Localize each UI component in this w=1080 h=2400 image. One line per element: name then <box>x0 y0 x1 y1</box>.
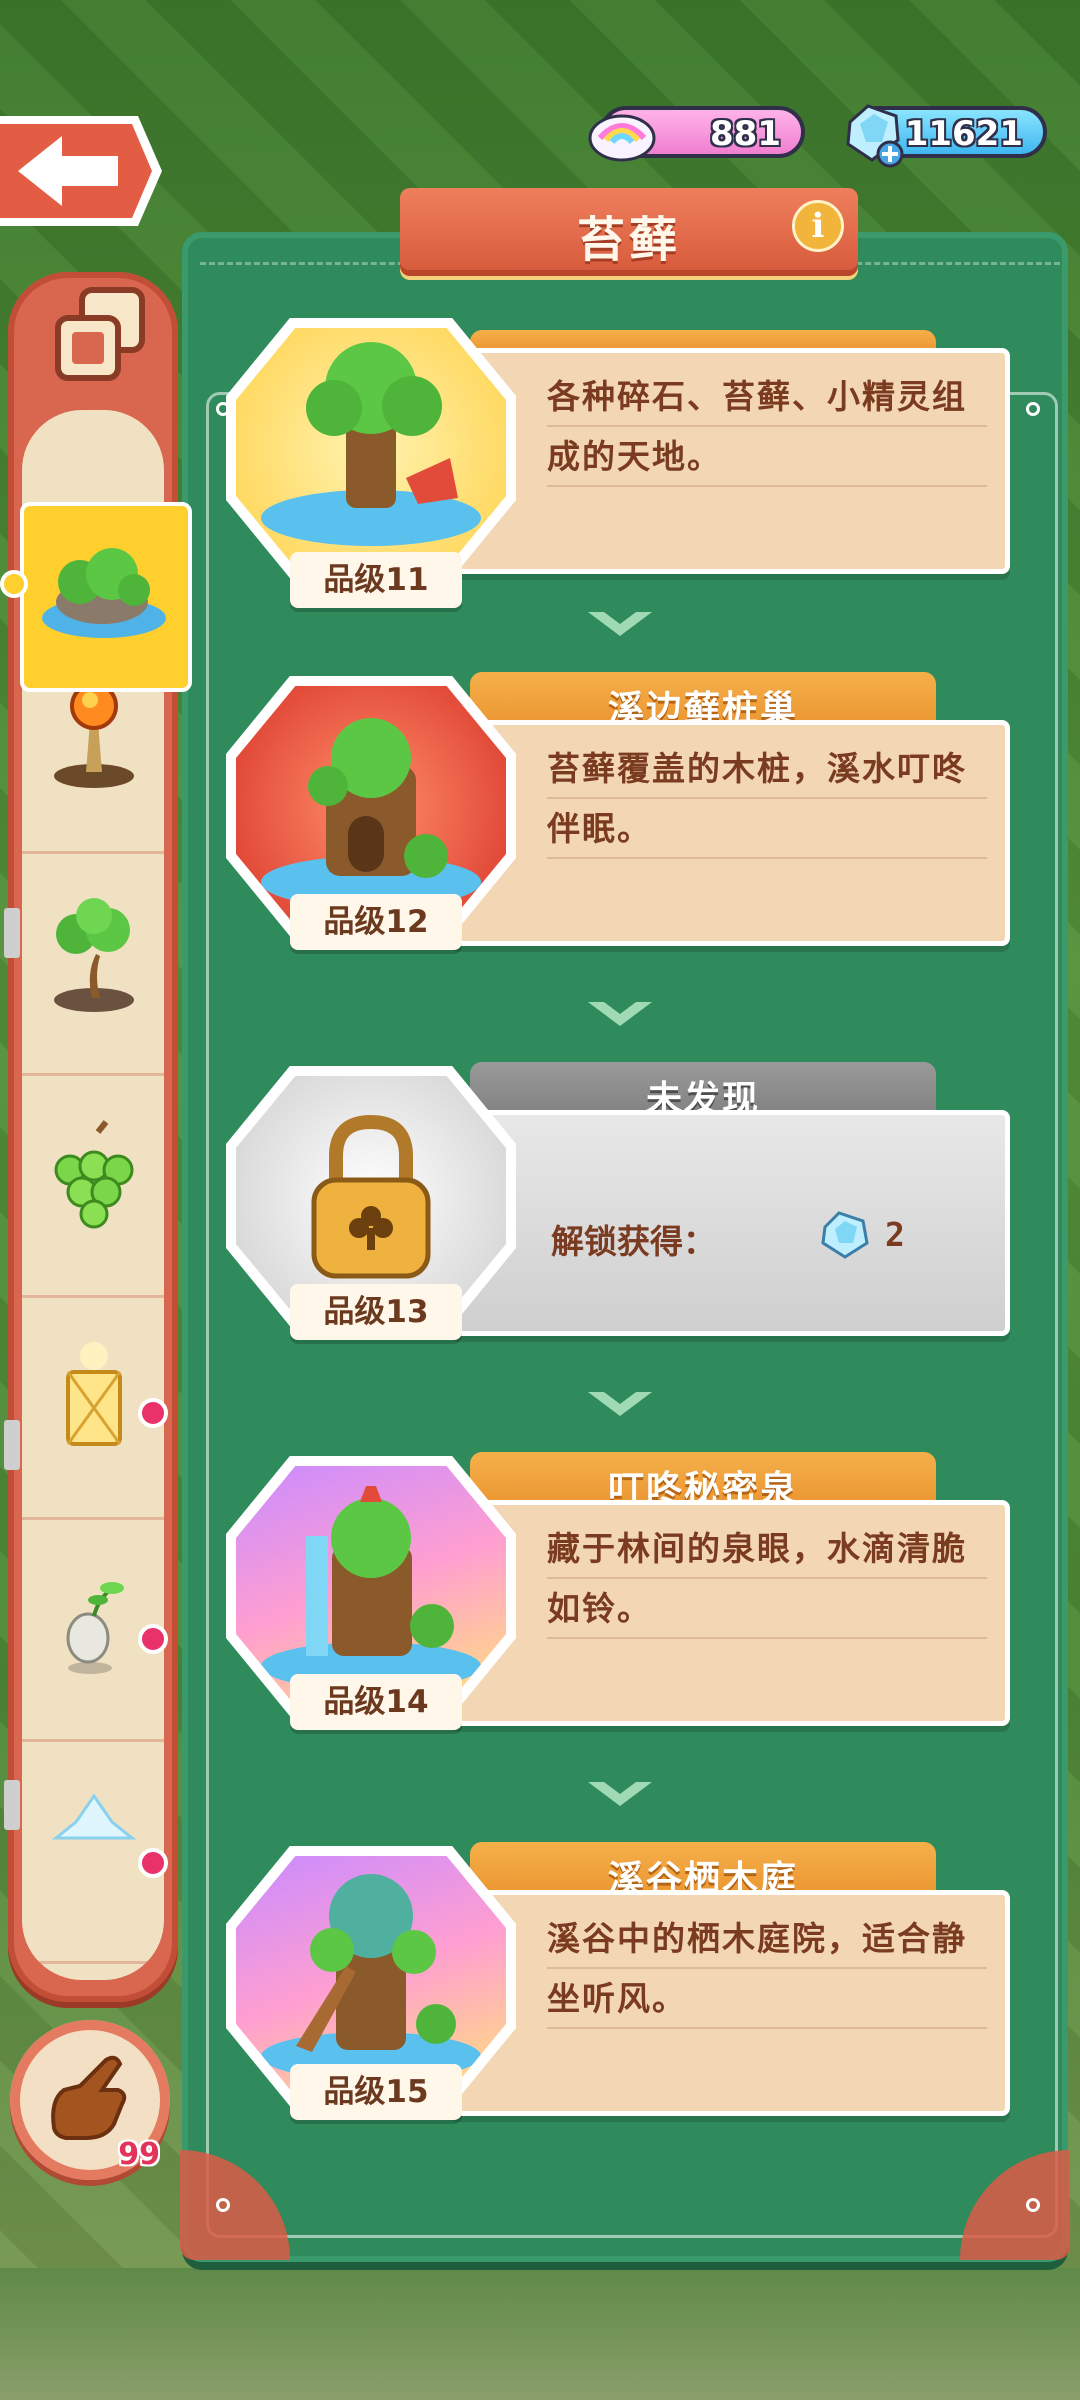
chevron-down-icon <box>588 612 652 636</box>
entry-description-card: 溪谷中的栖木庭院，适合静坐听风。 <box>450 1890 1010 2116</box>
golden-lantern-icon <box>66 1342 122 1446</box>
crystal-icon <box>51 1793 137 1840</box>
selection-indicator <box>0 570 28 598</box>
padlock-icon <box>311 1114 431 1279</box>
collection-entry[interactable]: 叮咚秘密泉 藏于林间的泉眼，水滴清脆如铃。 品级14 <box>226 1452 1026 1730</box>
diamond-currency-value: 11621 <box>904 114 1023 154</box>
chevron-down-icon <box>588 1392 652 1416</box>
entry-grade-tag: 品级13 <box>290 1284 462 1340</box>
entry-description: 藏于林间的泉眼，水滴清脆如铃。 <box>547 1519 987 1639</box>
unlock-reward-label: 解锁获得： <box>551 1222 716 1261</box>
entry-description: 溪谷中的栖木庭院，适合静坐听风。 <box>547 1909 987 2029</box>
collection-entry[interactable]: 各种碎石、苔藓、小精灵组成的天地。 品级11 <box>226 318 1026 608</box>
entry-art <box>236 328 506 568</box>
moss-island-icon <box>42 548 166 638</box>
entry-unlock-card: 解锁获得： 2 <box>450 1110 1010 1336</box>
seed-egg-icon <box>66 1582 124 1674</box>
notification-dot <box>138 1624 168 1654</box>
sidebar-scroll-nub <box>4 1780 20 1830</box>
rainbow-cloud-icon <box>588 114 656 162</box>
hand-tap-button[interactable]: 99 <box>10 2020 170 2180</box>
sidebar-item-bonsai-tree[interactable] <box>22 854 164 1076</box>
secret-spring-art <box>261 1486 481 1690</box>
entry-frame <box>226 318 516 578</box>
entry-grade-tag: 品级11 <box>290 552 462 608</box>
notification-dot <box>138 1848 168 1878</box>
sidebar-scroll-nub <box>4 1420 20 1470</box>
rainbow-currency-counter[interactable]: 881 <box>588 106 805 162</box>
game-world-background <box>0 2268 1080 2400</box>
diamond-icon <box>821 1211 869 1259</box>
bonsai-tree-icon <box>54 898 134 1012</box>
valley-tree-court-art <box>261 1874 481 2080</box>
moss-world-art <box>261 342 481 546</box>
hand-count-badge: 99 <box>118 2137 160 2172</box>
collection-entry-locked[interactable]: 未发现 解锁获得： 2 品级13 <box>226 1062 1026 1340</box>
entry-description: 各种碎石、苔藓、小精灵组成的天地。 <box>547 367 987 487</box>
entry-grade-tag: 品级12 <box>290 894 462 950</box>
frame-rivet <box>1026 402 1040 416</box>
entry-art <box>236 1466 506 1706</box>
sidebar-scroll-nub <box>4 908 20 958</box>
entry-description: 苔藓覆盖的木桩，溪水叮咚伴眠。 <box>547 739 987 859</box>
entry-art <box>236 686 506 926</box>
notification-dot <box>138 1398 168 1428</box>
diamond-plus-icon <box>846 104 904 168</box>
diamond-currency-counter[interactable]: 11621 <box>846 104 1047 168</box>
entry-description-card: 各种碎石、苔藓、小精灵组成的天地。 <box>450 348 1010 574</box>
panel-title: 苔藓 <box>576 212 681 268</box>
chevron-down-icon <box>588 1782 652 1806</box>
entry-grade-tag: 品级15 <box>290 2064 462 2120</box>
back-button[interactable] <box>0 112 165 230</box>
rainbow-currency-value: 881 <box>710 114 781 154</box>
entry-art <box>236 1856 506 2096</box>
sidebar-item-grape-bunch[interactable] <box>22 1076 164 1298</box>
sidebar-item-selected[interactable] <box>20 502 192 692</box>
entry-art <box>236 1076 506 1316</box>
chevron-down-icon <box>588 1002 652 1026</box>
frame-rivet <box>216 2198 230 2212</box>
stack-collection-icon[interactable] <box>48 282 154 388</box>
entry-grade-tag: 品级14 <box>290 1674 462 1730</box>
collection-entry[interactable]: 溪边藓桩巢 苔藓覆盖的木桩，溪水叮咚伴眠。 品级12 <box>226 672 1026 950</box>
info-button[interactable]: i <box>792 200 844 252</box>
entry-description-card: 苔藓覆盖的木桩，溪水叮咚伴眠。 <box>450 720 1010 946</box>
grape-bunch-icon <box>54 1120 134 1229</box>
entry-description-card: 藏于林间的泉眼，水滴清脆如铃。 <box>450 1500 1010 1726</box>
unlock-reward-value: 2 <box>885 1215 905 1254</box>
moss-stump-nest-art <box>261 718 481 908</box>
back-arrow-icon <box>0 116 162 226</box>
frame-rivet <box>1026 2198 1040 2212</box>
collection-entry[interactable]: 溪谷栖木庭 溪谷中的栖木庭院，适合静坐听风。 品级15 <box>226 1842 1026 2120</box>
panel-title-banner: 苔藓 i <box>400 188 858 270</box>
